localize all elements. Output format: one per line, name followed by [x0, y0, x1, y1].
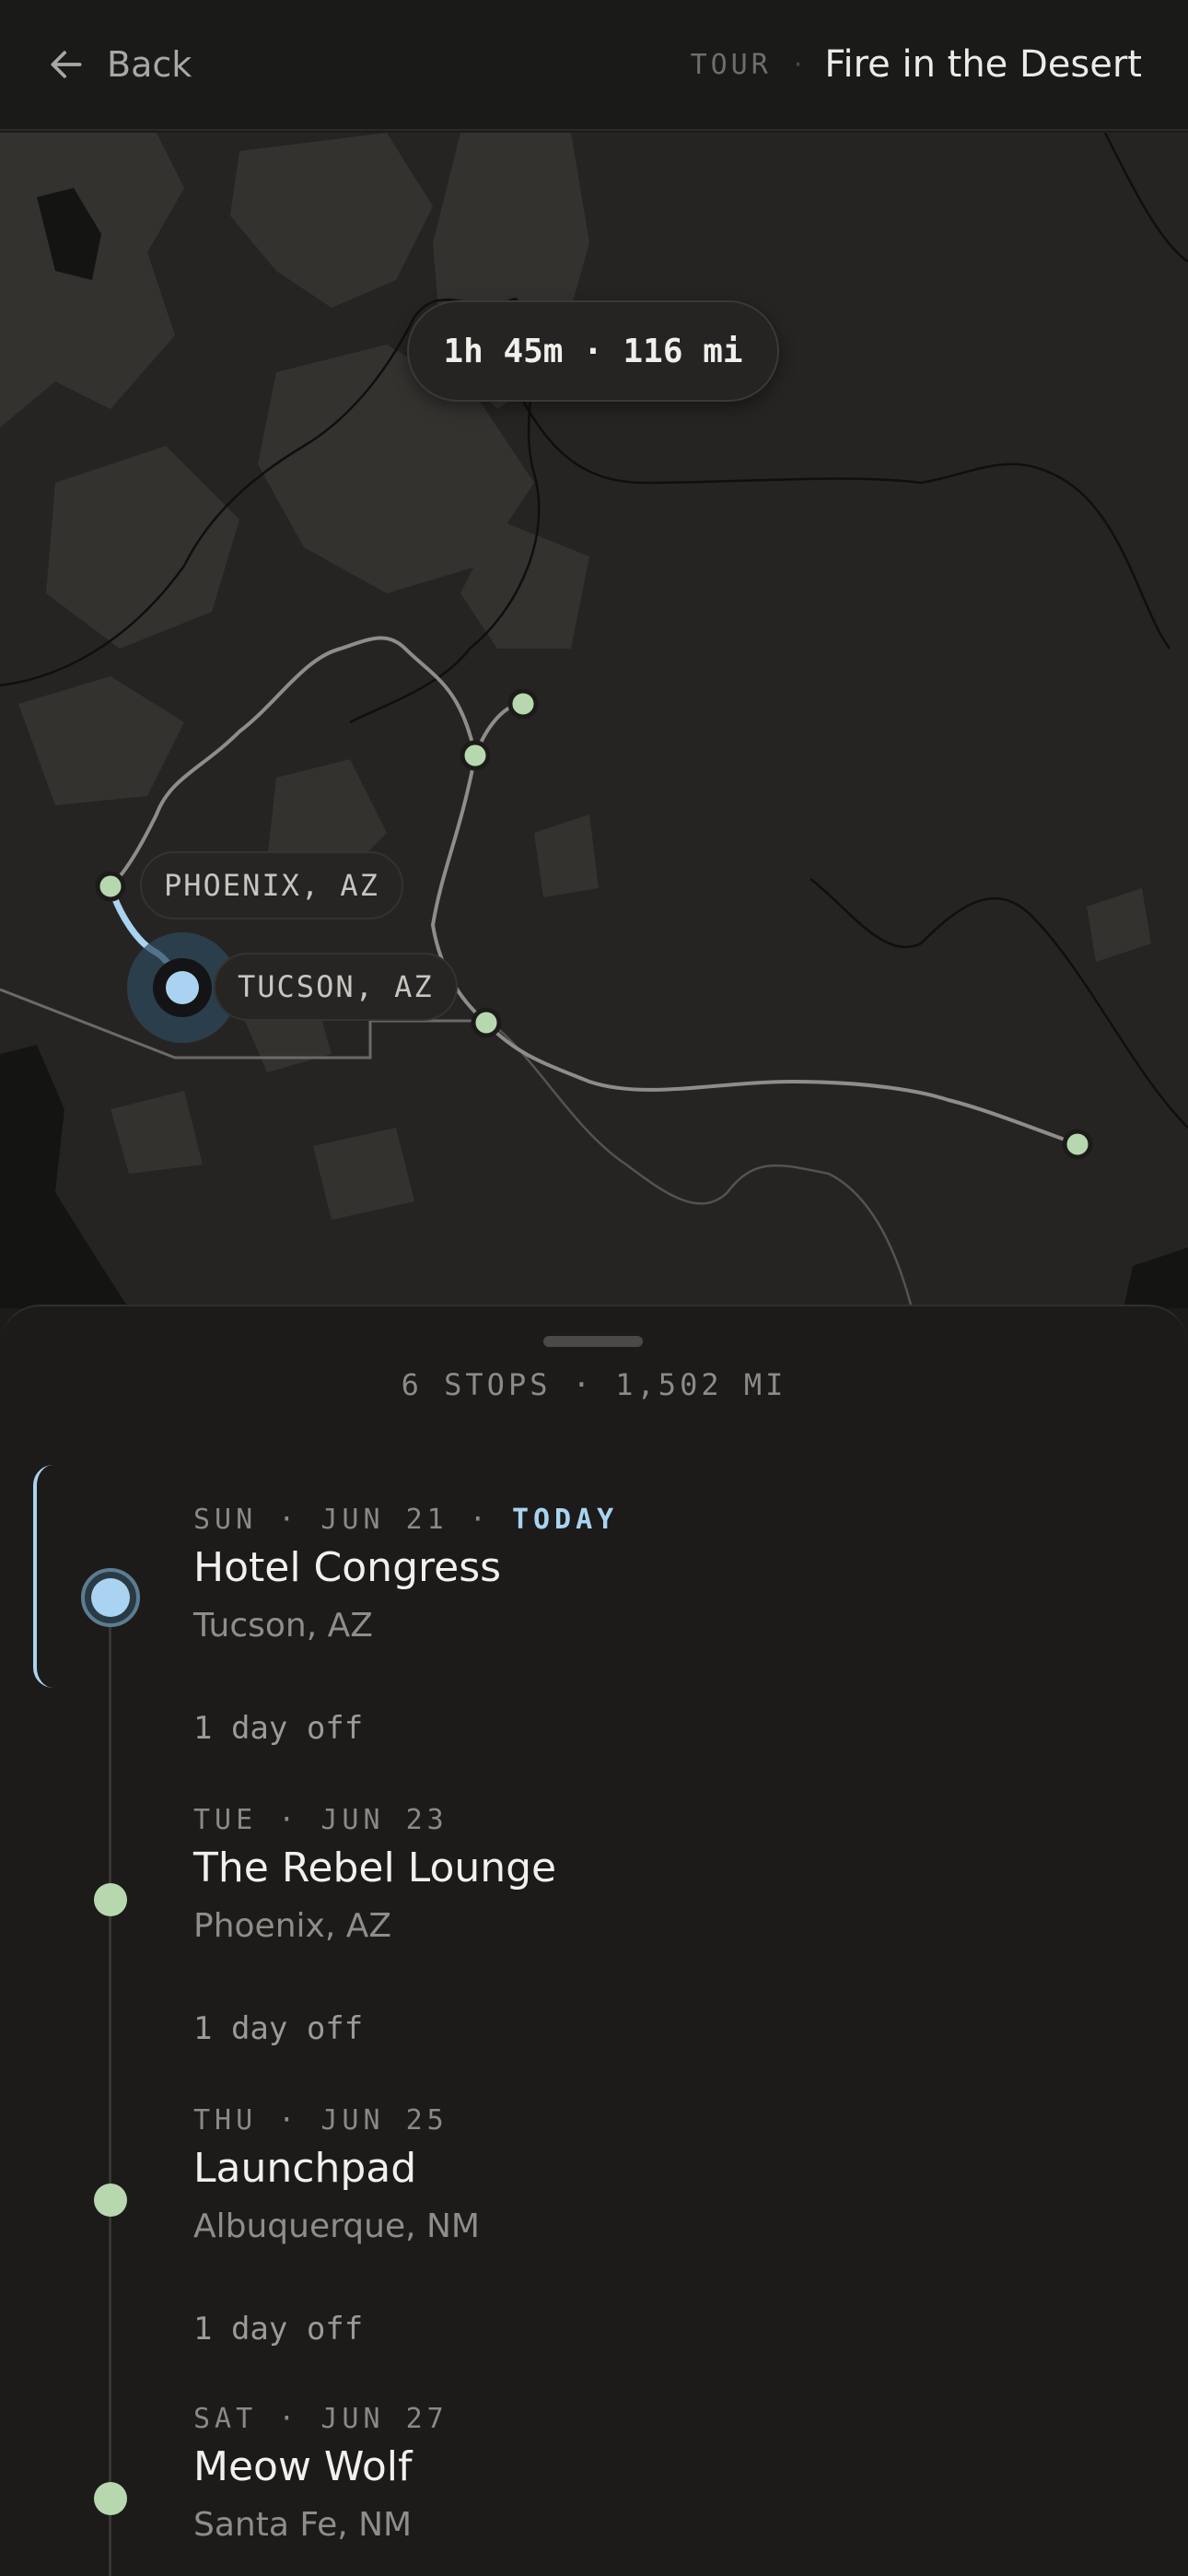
stop-city: Albuquerque, NM — [193, 2207, 480, 2245]
sheet-handle[interactable] — [543, 1336, 643, 1347]
stop-city: Santa Fe, NM — [193, 2506, 413, 2544]
today-badge: TODAY — [511, 1504, 619, 1536]
stop-city: Phoenix, AZ — [193, 1907, 391, 1945]
stop-city: Tucson, AZ — [193, 1607, 373, 1645]
back-label: Back — [107, 44, 192, 85]
tour-summary: 6 STOPS · 1,502 MI — [401, 1367, 787, 1402]
active-stop-dot — [81, 1568, 140, 1627]
stops-sheet: 6 STOPS · 1,502 MI SUN · JUN 21 · TODAY … — [0, 1305, 1188, 2576]
top-bar: Back TOUR · Fire in the Desert — [0, 0, 1188, 131]
app-root: Back TOUR · Fire in the Desert 1h 45m · … — [0, 0, 1188, 2576]
route-info-pill: 1h 45m · 116 mi — [407, 300, 779, 402]
stop-venue: The Rebel Lounge — [193, 1844, 557, 1891]
tour-title: TOUR · Fire in the Desert — [691, 43, 1142, 86]
stop-date: SAT · JUN 27 — [193, 2403, 448, 2435]
day-off-label: 1 day off — [193, 2311, 364, 2348]
tucson-label[interactable]: TUCSON, AZ — [214, 953, 458, 1021]
stop-date: SUN · JUN 21 · TODAY — [193, 1504, 619, 1536]
stop-venue: Hotel Congress — [193, 1544, 502, 1591]
stop-dot — [94, 1883, 127, 1916]
tour-label: TOUR — [690, 48, 772, 81]
active-stop-indicator — [33, 1465, 55, 1688]
route-map[interactable]: 1h 45m · 116 mi PHOENIX, AZ TUCSON, AZ — [0, 133, 1188, 1308]
tour-separator: · — [793, 48, 803, 81]
stop-venue: Launchpad — [193, 2145, 417, 2192]
stop-dot — [94, 2482, 127, 2515]
stop-dot — [94, 2184, 127, 2217]
day-off-label: 1 day off — [193, 1710, 364, 1747]
tour-name: Fire in the Desert — [824, 43, 1142, 86]
arrow-left-icon — [51, 51, 82, 78]
river-line — [487, 1019, 914, 1308]
back-button[interactable]: Back — [46, 44, 192, 85]
timeline-line — [109, 1574, 111, 2576]
stop-venue: Meow Wolf — [193, 2443, 413, 2490]
day-off-label: 1 day off — [193, 2010, 364, 2047]
stop-date: TUE · JUN 23 — [193, 1804, 448, 1836]
phoenix-label[interactable]: PHOENIX, AZ — [140, 851, 403, 919]
stop-date: THU · JUN 25 — [193, 2104, 448, 2137]
